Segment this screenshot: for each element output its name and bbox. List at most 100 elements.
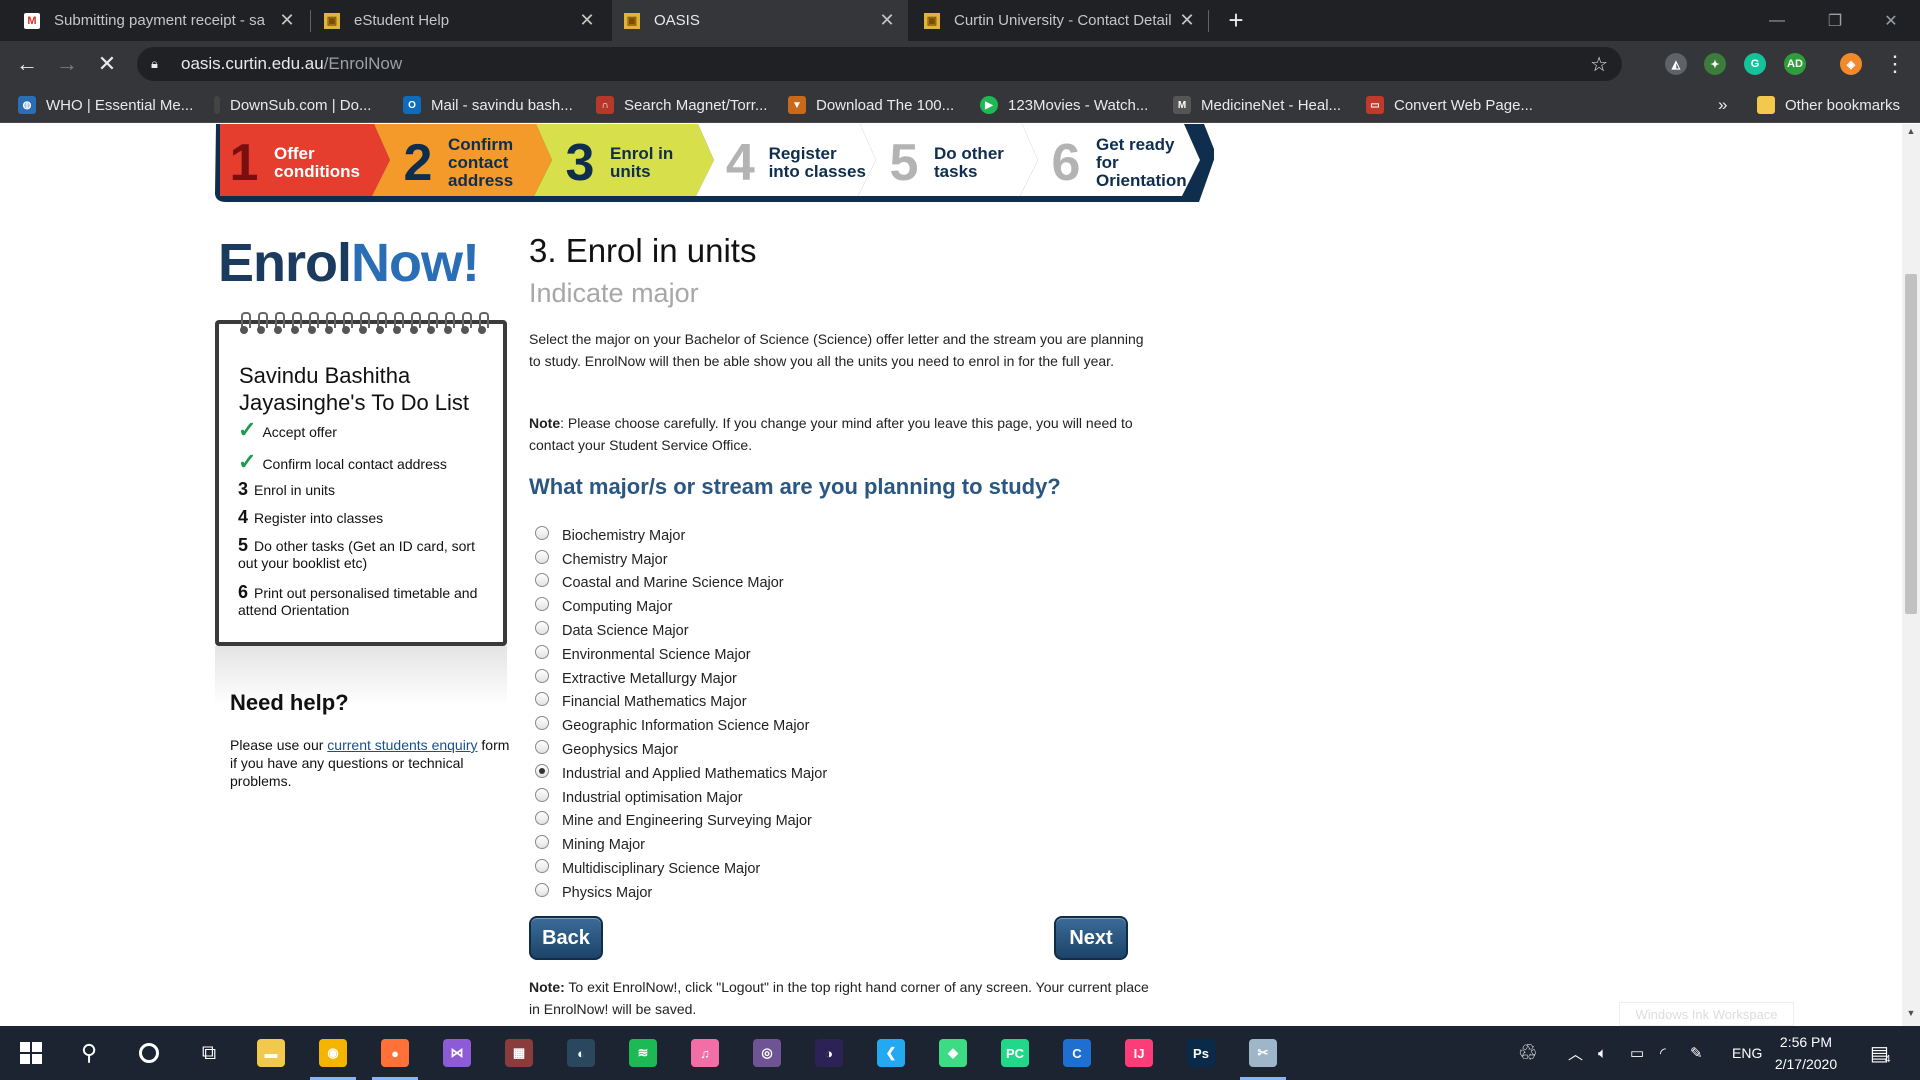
pycharm-icon[interactable]: PC <box>984 1026 1046 1080</box>
close-tab-icon[interactable]: ✕ <box>1178 10 1196 31</box>
radio-button[interactable] <box>535 787 549 802</box>
notifications-icon[interactable]: ▤ 4 <box>1870 1026 1890 1080</box>
radio-button[interactable] <box>535 882 549 897</box>
winrar-icon[interactable]: ▦ <box>488 1026 550 1080</box>
bookmark-item[interactable]: O Mail - savindu bash... <box>403 87 573 123</box>
file-explorer-icon[interactable]: ▬ <box>240 1026 302 1080</box>
chrome-menu-icon[interactable]: ⋮ <box>1880 49 1910 79</box>
page-scrollbar[interactable]: ▲ ▼ <box>1902 124 1920 1026</box>
bookmark-item[interactable]: ▶ 123Movies - Watch... <box>980 87 1148 123</box>
major-option[interactable]: Geophysics Major <box>535 738 827 762</box>
bookmark-item[interactable]: ▼ Download The 100... <box>788 87 954 123</box>
grammarly-icon[interactable]: G <box>1744 53 1766 75</box>
major-option[interactable]: Industrial optimisation Major <box>535 786 827 810</box>
system-clock[interactable]: 2:56 PM 2/17/2020 <box>1760 1031 1852 1075</box>
close-window-button[interactable]: ✕ <box>1862 0 1920 41</box>
major-option[interactable]: Environmental Science Major <box>535 643 827 667</box>
battery-icon[interactable]: ▭ <box>1630 1026 1644 1080</box>
browser-tab[interactable]: M Submitting payment receipt - sa ✕ <box>12 0 308 41</box>
itunes-icon[interactable]: ♫ <box>674 1026 736 1080</box>
adblock-icon[interactable]: AD <box>1784 53 1806 75</box>
ccleaner-icon[interactable]: C <box>1046 1026 1108 1080</box>
task-view-icon[interactable]: ⧉ <box>178 1026 240 1080</box>
major-option[interactable]: Multidisciplinary Science Major <box>535 857 827 881</box>
major-option[interactable]: Mining Major <box>535 833 827 857</box>
extension-icon[interactable]: ✦ <box>1704 53 1726 75</box>
major-option[interactable]: Physics Major <box>535 881 827 905</box>
back-arrow-icon[interactable]: ← <box>12 49 42 79</box>
browser-tab[interactable]: ▣ Curtin University - Contact Detail ✕ <box>912 0 1208 41</box>
pen-icon[interactable]: ✎ <box>1690 1026 1703 1080</box>
windows-start-icon[interactable] <box>0 1026 62 1080</box>
radio-button[interactable] <box>535 763 549 778</box>
wifi-icon[interactable]: ◜ <box>1660 1026 1666 1080</box>
recycle-bin-icon[interactable]: ♲ <box>1518 1026 1538 1080</box>
radio-button[interactable] <box>535 811 549 826</box>
android-studio-icon[interactable]: ◆ <box>922 1026 984 1080</box>
search-icon[interactable]: ⚲ <box>58 1026 120 1080</box>
radio-button[interactable] <box>535 644 549 659</box>
major-option[interactable]: Mine and Engineering Surveying Major <box>535 810 827 834</box>
restore-button[interactable]: ❐ <box>1806 0 1864 41</box>
major-option[interactable]: Chemistry Major <box>535 548 827 572</box>
minimize-button[interactable]: — <box>1748 0 1806 41</box>
major-option[interactable]: Computing Major <box>535 595 827 619</box>
lock-icon[interactable]: 🔒︎ <box>151 56 169 72</box>
scroll-up-arrow-icon[interactable]: ▲ <box>1902 126 1920 142</box>
firefox-icon[interactable]: ● <box>364 1026 426 1080</box>
major-option[interactable]: Biochemistry Major <box>535 524 827 548</box>
forward-arrow-icon[interactable]: → <box>52 49 82 79</box>
steam-icon[interactable]: ◐ <box>550 1026 612 1080</box>
step-5[interactable]: 5 Do other tasks <box>870 124 1032 201</box>
next-button[interactable]: Next <box>1054 916 1128 960</box>
extension-icon[interactable]: ◭ <box>1665 53 1687 75</box>
photoshop-icon[interactable]: Ps <box>1170 1026 1232 1080</box>
major-option[interactable]: Extractive Metallurgy Major <box>535 667 827 691</box>
radio-button[interactable] <box>535 549 549 564</box>
step-4[interactable]: 4 Register into classes <box>708 124 870 201</box>
bookmark-item[interactable]: M MedicineNet - Heal... <box>1173 87 1341 123</box>
step-3[interactable]: 3 Enrol in units <box>546 124 708 201</box>
major-option[interactable]: Coastal and Marine Science Major <box>535 572 827 596</box>
radio-button[interactable] <box>535 692 549 707</box>
close-tab-icon[interactable]: ✕ <box>278 10 296 31</box>
spotify-icon[interactable]: ≋ <box>612 1026 674 1080</box>
radio-button[interactable] <box>535 668 549 683</box>
bookmark-item[interactable]: DownSub.com | Do... <box>214 87 371 123</box>
bookmark-item[interactable]: ▭ Convert Web Page... <box>1366 87 1533 123</box>
radio-button[interactable] <box>535 573 549 588</box>
bookmarks-overflow-button[interactable]: » <box>1718 87 1727 123</box>
radio-button[interactable] <box>535 859 549 874</box>
close-tab-icon[interactable]: ✕ <box>878 10 896 31</box>
major-option[interactable]: Financial Mathematics Major <box>535 691 827 715</box>
snipping-tool-icon[interactable]: ✂ <box>1232 1026 1294 1080</box>
volume-icon[interactable]: 🔈︎ <box>1598 1026 1607 1080</box>
eclipse-icon[interactable]: ◑ <box>798 1026 860 1080</box>
radio-button[interactable] <box>535 525 549 540</box>
language-indicator[interactable]: ENG <box>1732 1026 1762 1080</box>
vscode-icon[interactable]: ❮ <box>860 1026 922 1080</box>
major-option[interactable]: Geographic Information Science Major <box>535 714 827 738</box>
bookmark-star-icon[interactable]: ☆ <box>1590 52 1608 77</box>
scroll-down-arrow-icon[interactable]: ▼ <box>1902 1008 1920 1024</box>
intellij-icon[interactable]: IJ <box>1108 1026 1170 1080</box>
github-icon[interactable]: ◎ <box>736 1026 798 1080</box>
radio-button[interactable] <box>535 597 549 612</box>
radio-button[interactable] <box>535 835 549 850</box>
step-2[interactable]: 2 Confirm contact address <box>384 124 546 201</box>
major-option[interactable]: Data Science Major <box>535 619 827 643</box>
enquiry-link[interactable]: current students enquiry <box>327 737 477 753</box>
other-bookmarks-folder[interactable]: Other bookmarks <box>1757 87 1900 123</box>
chrome-icon[interactable]: ◉ <box>302 1026 364 1080</box>
show-hidden-icons-chevron[interactable]: ︿ <box>1568 1026 1583 1080</box>
major-option[interactable]: Industrial and Applied Mathematics Major <box>535 762 827 786</box>
stop-loading-icon[interactable]: ✕ <box>92 49 122 79</box>
step-6[interactable]: 6 Get ready for Orientation <box>1032 124 1194 201</box>
bookmark-item[interactable]: ◍ WHO | Essential Me... <box>18 87 193 123</box>
close-tab-icon[interactable]: ✕ <box>578 10 596 31</box>
address-bar[interactable]: 🔒︎ oasis.curtin.edu.au/EnrolNow ☆ <box>137 47 1622 81</box>
back-button[interactable]: Back <box>529 916 603 960</box>
cortana-icon[interactable] <box>118 1026 180 1080</box>
metamask-icon[interactable]: ◈ <box>1840 53 1862 75</box>
new-tab-button[interactable]: + <box>1221 4 1251 36</box>
